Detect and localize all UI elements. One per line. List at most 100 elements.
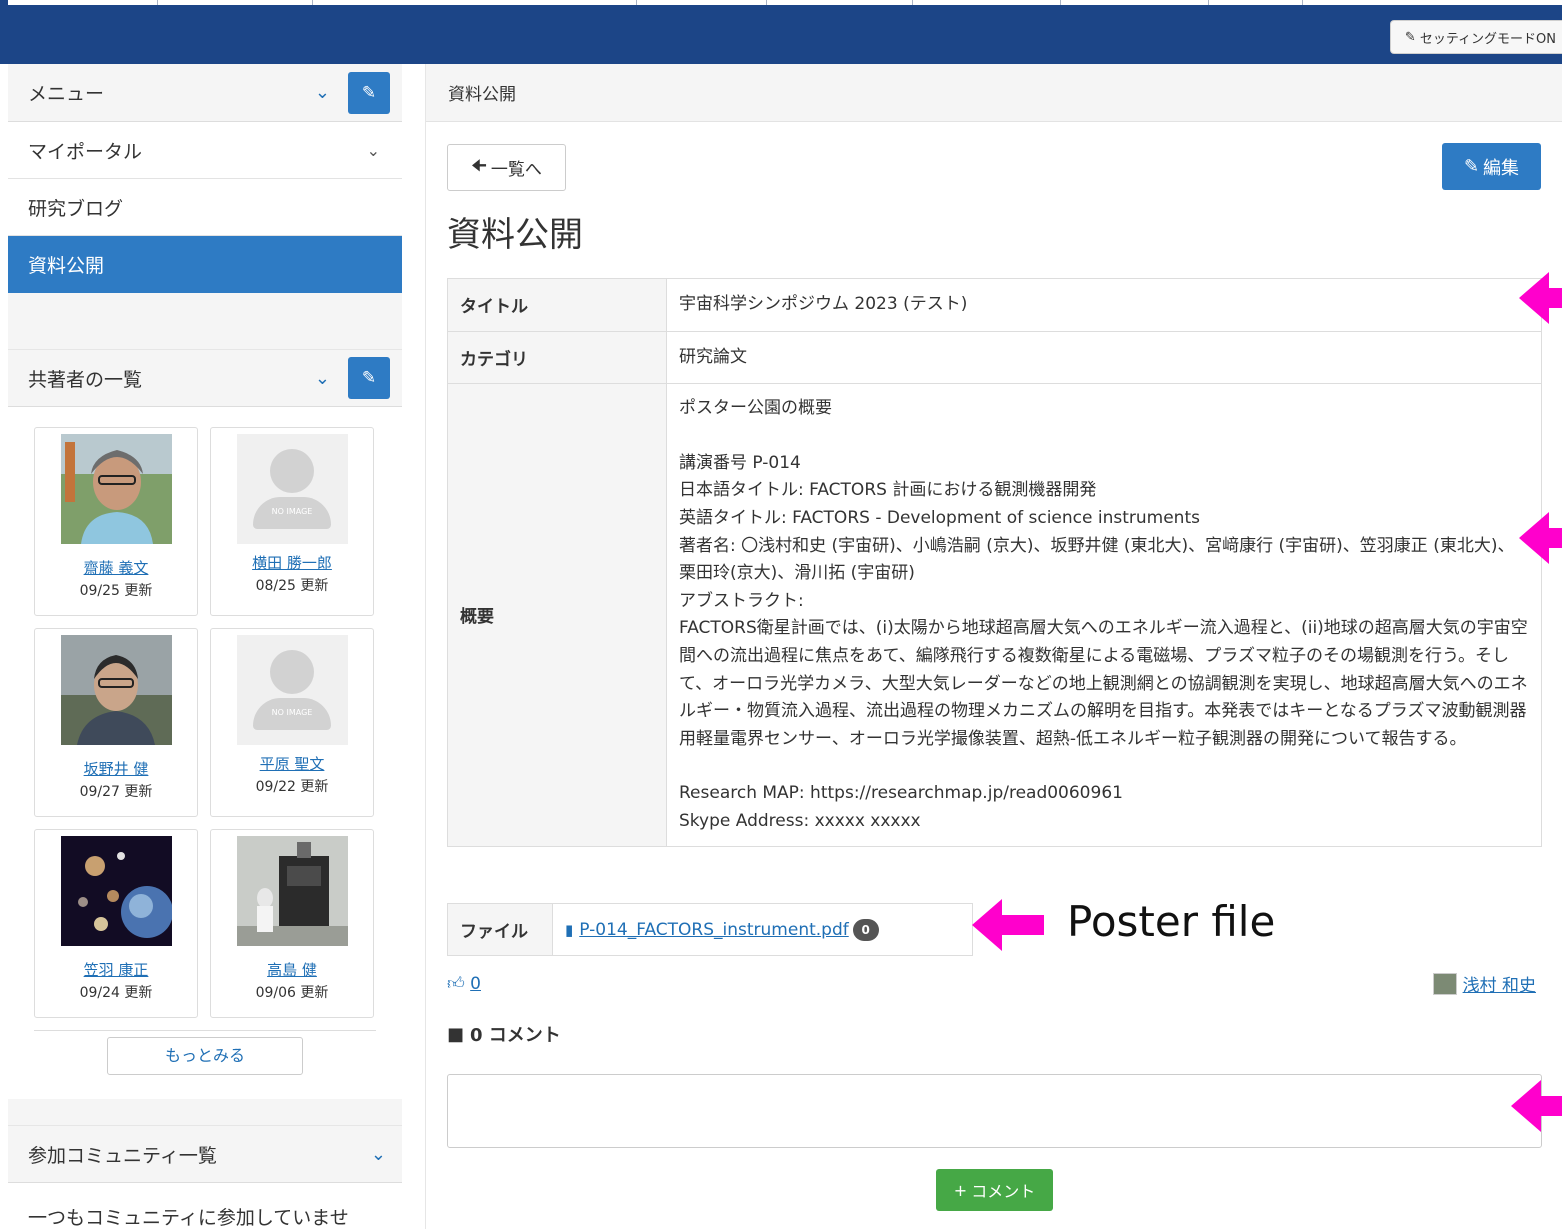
table-row: 概要 ポスター公園の概要 講演番号 P-014 日本語タイトル: FACTORS… [447, 383, 1542, 847]
author-avatar [1432, 972, 1457, 995]
chevron-down-icon[interactable]: ⌄ [315, 82, 330, 103]
coauthor-name[interactable]: 笠羽 康正 [35, 959, 197, 980]
sidebar-item-my-portal[interactable]: マイポータル ⌄ [8, 122, 402, 179]
arrow-left-icon: 🠈 [471, 156, 487, 176]
coauthor-name[interactable]: 齋藤 義文 [35, 557, 197, 578]
comment-icon: ■ [447, 1023, 465, 1045]
tab-separator [636, 0, 637, 5]
sidebar-item-research-blog[interactable]: 研究ブログ [8, 179, 402, 236]
coauthor-name[interactable]: 横田 勝一郎 [211, 552, 373, 573]
edit-button[interactable]: ✎ 編集 [1442, 143, 1541, 190]
coauthor-photo [60, 836, 173, 946]
coauthor-photo [60, 635, 172, 745]
menu-edit-button[interactable]: ✎ [348, 71, 390, 114]
comment-input[interactable] [447, 1074, 1542, 1148]
annotation-arrow [1519, 512, 1562, 564]
coauthor-card[interactable]: 高島 健 09/06 更新 [210, 829, 374, 1018]
author-name[interactable]: 浅村 和史 [1463, 971, 1536, 996]
like-count: 0 [470, 974, 481, 994]
annotation-arrow [1519, 272, 1562, 324]
tab-separator [766, 0, 767, 5]
back-to-list-button[interactable]: 🠈 一覧へ [447, 144, 566, 191]
chevron-down-icon[interactable]: ⌄ [367, 141, 380, 160]
no-image-text: NO IMAGE [271, 708, 313, 717]
coauthor-updated: 09/27 更新 [79, 784, 153, 800]
field-value-category: 研究論文 [666, 330, 1542, 385]
coauthor-photo [60, 434, 172, 544]
add-comment-button[interactable]: + コメント [936, 1169, 1053, 1211]
setting-mode-label: セッティングモードON [1419, 31, 1556, 47]
tab-separator [1060, 0, 1061, 5]
community-empty-text: 一つもコミュニティに参加していません。 [8, 1183, 402, 1229]
coauthors-title: 共著者の一覧 [28, 368, 143, 391]
annotation-poster-label: Poster file [1067, 897, 1276, 946]
annotation-arrow [1511, 1080, 1562, 1132]
annotation-arrow [972, 899, 1044, 951]
no-image-placeholder: NO IMAGE [236, 434, 348, 544]
coauthor-card[interactable]: 坂野井 健 09/27 更新 [34, 628, 198, 817]
page-title: 資料公開 [447, 215, 583, 255]
sidebar-item-label: 資料公開 [28, 254, 105, 277]
file-cell: ▮ P-014_FACTORS_instrument.pdf 0 [552, 903, 973, 956]
back-label: 一覧へ [490, 160, 542, 180]
tab-separator [912, 0, 913, 5]
coauthors-edit-button[interactable]: ✎ [348, 357, 390, 399]
summary-research-map: Research MAP: https://researchmap.jp/rea… [679, 783, 1123, 804]
field-key-summary: 概要 [447, 383, 667, 847]
chevron-down-icon[interactable]: ⌄ [315, 368, 330, 389]
coauthor-card[interactable]: 笠羽 康正 09/24 更新 [34, 829, 198, 1018]
post-author[interactable]: 浅村 和史 [1432, 971, 1536, 996]
tab-separator [1208, 0, 1209, 5]
file-download-link[interactable]: P-014_FACTORS_instrument.pdf [579, 920, 848, 940]
edit-icon: ✎ [361, 368, 377, 388]
more-button[interactable]: もっとみる [107, 1037, 303, 1075]
coauthor-name[interactable]: 高島 健 [211, 959, 373, 980]
summary-heading: ポスター公園の概要 [679, 398, 832, 419]
setting-mode-button[interactable]: ✎ セッティングモードON [1389, 20, 1562, 54]
summary-line: 講演番号 P-014 [679, 452, 801, 473]
community-panel-header: 参加コミュニティ一覧 ⌄ [8, 1125, 402, 1183]
table-row: タイトル 宇宙科学シンポジウム 2023 (テスト) [447, 278, 1542, 332]
main-content: 資料公開 🠈 一覧へ ✎ 編集 資料公開 タイトル 宇宙科学シンポジウム 202… [425, 64, 1562, 1229]
top-tab-strip [8, 0, 1562, 5]
menu-panel-header: メニュー ⌄ ✎ [8, 64, 402, 122]
menu-title: メニュー [28, 83, 105, 105]
community-title: 参加コミュニティ一覧 [28, 1144, 217, 1167]
like-button[interactable]: 👍︎ 0 [447, 973, 481, 994]
coauthor-name[interactable]: 平原 聖文 [211, 753, 373, 774]
field-key-category: カテゴリ [447, 330, 667, 385]
tab-separator [312, 0, 313, 5]
no-image-text: NO IMAGE [271, 507, 313, 516]
coauthor-card[interactable]: NO IMAGE 横田 勝一郎 08/25 更新 [210, 427, 374, 616]
table-row: ファイル ▮ P-014_FACTORS_instrument.pdf 0 [447, 903, 973, 956]
coauthor-name[interactable]: 坂野井 健 [35, 758, 197, 779]
tab-separator [157, 0, 158, 5]
field-value-title: 宇宙科学シンポジウム 2023 (テスト) [666, 278, 1542, 332]
left-sidebar: メニュー ⌄ ✎ マイポータル ⌄ 研究ブログ 資料公開 共著者の一覧 ⌄ ✎ [8, 64, 402, 1229]
breadcrumb: 資料公開 [426, 64, 1562, 122]
summary-skype: Skype Address: xxxxx xxxxx [679, 810, 921, 831]
coauthor-updated: 09/06 更新 [255, 985, 329, 1001]
summary-abstract-text: FACTORS衛星計画では、(i)太陽から地球超高層大気へのエネルギー流入過程と… [679, 618, 1528, 749]
coauthors-panel-header: 共著者の一覧 ⌄ ✎ [8, 349, 402, 407]
more-wrap: もっとみる [34, 1030, 376, 1099]
field-key-title: タイトル [447, 278, 667, 332]
top-header: ✎ セッティングモードON [0, 0, 1562, 64]
no-image-placeholder: NO IMAGE [236, 635, 348, 745]
coauthor-updated: 09/24 更新 [79, 985, 153, 1001]
sidebar-item-materials[interactable]: 資料公開 [8, 236, 402, 293]
plus-icon: + [953, 1180, 968, 1200]
coauthor-card[interactable]: 齋藤 義文 09/25 更新 [34, 427, 198, 616]
summary-authors: 著者名: 〇浅村和史 (宇宙研)、小嶋浩嗣 (京大)、坂野井健 (東北大)、宮﨑… [679, 535, 1515, 584]
edit-icon: ✎ [1404, 29, 1416, 45]
chevron-down-icon[interactable]: ⌄ [371, 1144, 386, 1165]
coauthor-photo [236, 836, 348, 946]
comment-count: ■ 0 コメント [447, 1021, 561, 1047]
thumbs-up-icon: 👍︎ [447, 974, 465, 994]
table-row: カテゴリ 研究論文 [447, 330, 1542, 385]
summary-line: 英語タイトル: FACTORS - Development of science… [679, 507, 1200, 528]
coauthor-card[interactable]: NO IMAGE 平原 聖文 09/22 更新 [210, 628, 374, 817]
edit-icon: ✎ [1463, 156, 1480, 177]
download-count-badge: 0 [852, 918, 879, 941]
